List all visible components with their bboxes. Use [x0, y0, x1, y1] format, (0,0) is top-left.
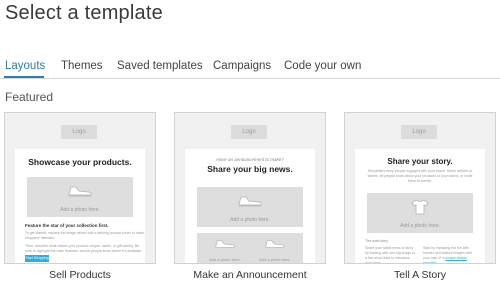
template-body: Share your story. Storytellers keep peop…: [355, 149, 485, 263]
shoe-icon: [265, 240, 285, 248]
template-headline: Share your big news.: [207, 164, 293, 174]
logo-placeholder: Logo: [231, 125, 267, 139]
tab-code-your-own[interactable]: Code your own: [284, 60, 361, 72]
card-label-sell-products[interactable]: Sell Products: [4, 269, 156, 281]
shoe-icon: [215, 240, 235, 248]
template-headline: Showcase your products.: [28, 157, 132, 167]
logo-placeholder: Logo: [401, 125, 437, 139]
photo-placeholder: Add a photo here.: [197, 187, 303, 227]
column-heading: The main story: [365, 239, 389, 243]
photo-caption: Add a photo here.: [230, 217, 270, 223]
card-label-make-an-announcement[interactable]: Make an Announcement: [174, 269, 326, 281]
template-body: Have an announcement to make? Share your…: [185, 149, 315, 263]
template-tabs: Layouts Themes Saved templates Campaigns…: [0, 54, 500, 79]
intro-text: Storytellers keep people engaged with yo…: [367, 169, 473, 183]
feature-body-2: Then, describe what makes your product u…: [25, 244, 143, 253]
tab-layouts[interactable]: Layouts: [5, 60, 45, 72]
small-photo-placeholder-left: Add a photo here.: [197, 233, 253, 263]
photo-caption: Add a photo here.: [259, 257, 291, 262]
template-card-sell-products[interactable]: Logo Showcase your products. Add a photo…: [4, 112, 156, 264]
shirt-icon: [411, 199, 429, 215]
start-shopping-button: Start Shopping: [25, 255, 49, 262]
template-card-tell-a-story[interactable]: Logo Share your story. Storytellers keep…: [344, 112, 496, 264]
card-label-tell-a-story[interactable]: Tell A Story: [344, 269, 496, 281]
photo-caption: Add a photo here.: [400, 223, 440, 229]
tab-themes[interactable]: Themes: [61, 60, 103, 72]
column-left-text: Share your latest news or story by leadi…: [365, 246, 416, 264]
section-label-featured: Featured: [5, 90, 54, 104]
pre-headline: Have an announcement to make?: [216, 157, 284, 162]
feature-heading: Feature the star of your collection firs…: [25, 223, 109, 228]
small-photo-placeholder-right: Add a photo here.: [247, 233, 303, 263]
photo-caption: Add a photo here.: [209, 257, 241, 262]
shoe-icon: [238, 196, 262, 207]
column-right-text: Start by replacing the fun with header a…: [423, 246, 475, 263]
template-card-make-an-announcement[interactable]: Logo Have an announcement to make? Share…: [174, 112, 326, 264]
photo-placeholder: Add a photo here.: [27, 177, 133, 217]
shoe-icon: [68, 186, 92, 197]
photo-placeholder: Add a photo here.: [367, 193, 473, 233]
feature-body-1: To get started, replace the image above …: [25, 231, 145, 240]
template-headline: Share your story.: [387, 157, 453, 166]
active-tab-indicator: [4, 76, 44, 78]
tab-campaigns[interactable]: Campaigns: [213, 60, 271, 72]
photo-caption: Add a photo here.: [60, 207, 100, 213]
template-body: Showcase your products. Add a photo here…: [15, 149, 145, 263]
page-title: Select a template: [5, 2, 163, 24]
logo-placeholder: Logo: [61, 125, 97, 139]
tab-saved-templates[interactable]: Saved templates: [117, 60, 203, 72]
